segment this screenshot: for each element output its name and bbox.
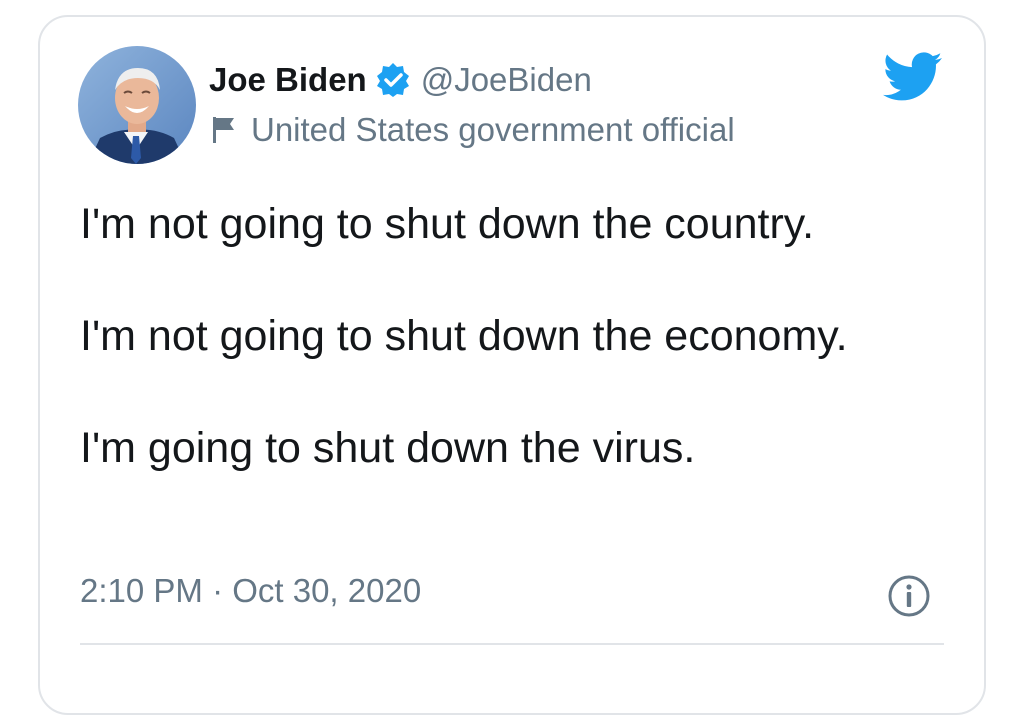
tweet-paragraph: I'm not going to shut down the country. [80,200,815,248]
account-label-row: United States government official [211,108,735,152]
display-name[interactable]: Joe Biden [209,61,367,99]
avatar[interactable] [78,46,196,164]
author-name-row: Joe Biden @JoeBiden [209,58,592,102]
tweet-paragraph: I'm not going to shut down the economy. [80,312,848,360]
verified-badge-icon [375,62,411,98]
twitter-bird-icon[interactable] [883,52,943,102]
tweet-paragraph: I'm going to shut down the virus. [80,424,696,472]
flag-icon [211,115,237,145]
divider [80,643,944,645]
info-icon[interactable] [887,574,931,618]
tweet-text: I'm not going to shut down the country. … [80,196,960,476]
tweet-timestamp[interactable]: 2:10 PM · Oct 30, 2020 [80,572,421,610]
account-label: United States government official [251,111,735,148]
user-handle[interactable]: @JoeBiden [421,61,592,99]
